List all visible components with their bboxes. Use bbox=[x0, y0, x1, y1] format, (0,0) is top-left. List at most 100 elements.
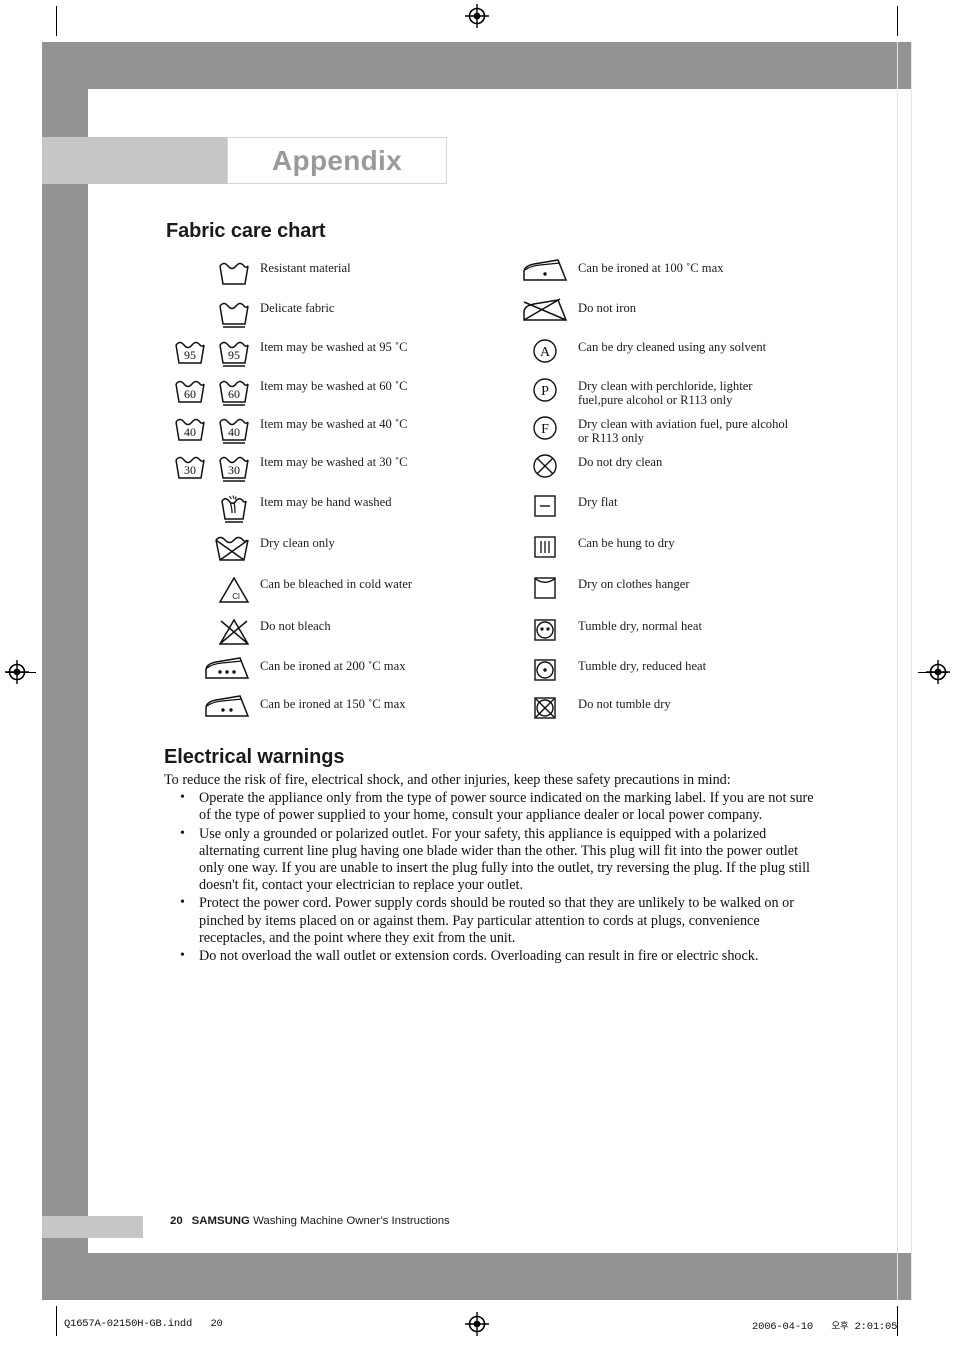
svg-text:Cl: Cl bbox=[232, 592, 240, 601]
footer: 20 SAMSUNG Washing Machine Owner’s Instru… bbox=[170, 1215, 450, 1227]
circle-a-icon: A bbox=[520, 337, 570, 365]
registration-mark-top bbox=[464, 3, 490, 29]
brand-name: SAMSUNG bbox=[191, 1215, 250, 1227]
list-item: Can be hung to dry bbox=[520, 533, 860, 574]
print-mark-timestamp: 2006-04-10 오후 2:01:05 bbox=[752, 1318, 897, 1333]
page-number: 20 bbox=[170, 1215, 183, 1227]
print-file-page: 20 bbox=[210, 1318, 223, 1330]
list-item-label: Item may be hand washed bbox=[260, 495, 392, 509]
list-item: • Use only a grounded or polarized outle… bbox=[164, 826, 814, 895]
tumble-two-dots-icon bbox=[520, 616, 570, 644]
list-item-label: Dry clean with aviation fuel, pure alcoh… bbox=[578, 417, 789, 446]
section-heading-electrical-warnings: Electrical warnings bbox=[164, 746, 345, 768]
section-heading-fabric-care: Fabric care chart bbox=[166, 220, 326, 242]
list-item-label: Delicate fabric bbox=[260, 301, 335, 315]
list-item: • Operate the appliance only from the ty… bbox=[164, 790, 814, 824]
bleed-line-outer bbox=[911, 42, 912, 1300]
list-item-label: Item may be washed at 30 ˚C bbox=[260, 455, 408, 469]
crop-mark-top-right bbox=[897, 6, 898, 36]
crop-mark-bottom-left bbox=[56, 1306, 57, 1336]
registration-mark-bottom bbox=[464, 1311, 490, 1337]
list-item-label: Item may be washed at 60 ˚C bbox=[260, 379, 408, 393]
svg-text:30: 30 bbox=[228, 463, 240, 477]
list-item: Delicate fabric bbox=[166, 298, 506, 337]
circle-p-icon: P bbox=[520, 376, 570, 404]
list-item-label: Do not bleach bbox=[260, 619, 331, 633]
registration-mark-right bbox=[925, 659, 951, 685]
bleed-line-inner bbox=[897, 42, 898, 1300]
tumble-crossed-icon bbox=[520, 694, 570, 722]
list-item-label: Can be dry cleaned using any solvent bbox=[578, 340, 767, 354]
print-meridiem: 오후 bbox=[831, 1321, 849, 1332]
circle-crossed-icon bbox=[520, 452, 570, 480]
page-title: Appendix bbox=[272, 144, 402, 176]
svg-text:95: 95 bbox=[228, 348, 240, 362]
tub-underline-icon bbox=[166, 298, 252, 330]
list-item-label: Can be hung to dry bbox=[578, 536, 675, 550]
list-item: Do not dry clean bbox=[520, 452, 860, 492]
svg-text:P: P bbox=[541, 384, 549, 399]
list-item-label: Do not tumble dry bbox=[578, 697, 671, 711]
list-item-label: Use only a grounded or polarized outlet.… bbox=[199, 825, 810, 894]
footer-tab-light bbox=[42, 1216, 143, 1238]
list-item: Tumble dry, normal heat bbox=[520, 616, 860, 656]
bullet-marker: • bbox=[180, 790, 185, 806]
fabric-symbol-column-right: Can be ironed at 100 ˚C max Do not iron … bbox=[520, 258, 860, 732]
list-item: • Do not overload the wall outlet or ext… bbox=[164, 948, 814, 965]
svg-text:95: 95 bbox=[184, 348, 196, 362]
print-mark-filename: Q1657A-02150H-GB.indd 20 bbox=[64, 1318, 223, 1330]
page-band-bottom bbox=[42, 1253, 912, 1300]
triangle-cl-icon: Cl bbox=[166, 574, 252, 606]
svg-text:40: 40 bbox=[228, 425, 240, 439]
tub-pair-60-icon: 60 60 bbox=[166, 376, 252, 408]
tub-crossed-icon bbox=[166, 533, 252, 565]
list-item-label: Can be ironed at 200 ˚C max bbox=[260, 659, 406, 673]
bullet-marker: • bbox=[180, 895, 185, 911]
list-item-label: Dry flat bbox=[578, 495, 618, 509]
list-item: Do not tumble dry bbox=[520, 694, 860, 732]
appendix-tab-block bbox=[42, 137, 227, 184]
iron-two-dots-icon bbox=[166, 694, 252, 720]
list-item: Dry flat bbox=[520, 492, 860, 533]
list-item: Dry on clothes hanger bbox=[520, 574, 860, 616]
tub-pair-95-icon: 95 95 bbox=[166, 337, 252, 369]
list-item: Do not bleach bbox=[166, 616, 506, 656]
list-item-label: Tumble dry, normal heat bbox=[578, 619, 702, 633]
list-item: 30 30 Item may be washed at 30 ˚C bbox=[166, 452, 506, 492]
svg-text:60: 60 bbox=[184, 387, 196, 401]
svg-text:60: 60 bbox=[228, 387, 240, 401]
fabric-symbol-column-left: Resistant material Delicate fabric 95 95… bbox=[166, 258, 506, 732]
list-item: A Can be dry cleaned using any solvent bbox=[520, 337, 860, 376]
triangle-crossed-icon bbox=[166, 616, 252, 648]
list-item: Item may be hand washed bbox=[166, 492, 506, 533]
tub-pair-40-icon: 40 40 bbox=[166, 414, 252, 446]
list-item-label: Item may be washed at 40 ˚C bbox=[260, 417, 408, 431]
tumble-one-dot-icon bbox=[520, 656, 570, 684]
electrical-warnings-intro: To reduce the risk of fire, electrical s… bbox=[164, 772, 731, 788]
svg-text:40: 40 bbox=[184, 425, 196, 439]
list-item: P Dry clean with perchloride, lighter fu… bbox=[520, 376, 860, 414]
registration-mark-left bbox=[4, 659, 30, 685]
list-item-label: Do not overload the wall outlet or exten… bbox=[199, 948, 759, 965]
list-item-label: Item may be washed at 95 ˚C bbox=[260, 340, 408, 354]
crop-mark-top-left bbox=[56, 6, 57, 36]
list-item: Can be ironed at 150 ˚C max bbox=[166, 694, 506, 732]
square-arc-icon bbox=[520, 574, 570, 602]
tub-hand-wash-icon bbox=[166, 492, 252, 526]
list-item: Dry clean only bbox=[166, 533, 506, 574]
svg-text:30: 30 bbox=[184, 463, 196, 477]
square-bars-icon bbox=[520, 533, 570, 561]
list-item-label: Can be ironed at 100 ˚C max bbox=[578, 261, 724, 275]
list-item: Cl Can be bleached in cold water bbox=[166, 574, 506, 616]
electrical-warnings-list: • Operate the appliance only from the ty… bbox=[164, 790, 814, 965]
list-item: Can be ironed at 200 ˚C max bbox=[166, 656, 506, 694]
list-item: Do not iron bbox=[520, 298, 860, 337]
print-date: 2006-04-10 bbox=[752, 1321, 814, 1333]
list-item-label: Dry clean with perchloride, lighter fuel… bbox=[578, 379, 753, 408]
document-title: Washing Machine Owner’s Instructions bbox=[253, 1215, 450, 1227]
footer-tab-upper bbox=[42, 1202, 88, 1216]
list-item-label: Dry clean only bbox=[260, 536, 335, 550]
list-item: • Protect the power cord. Power supply c… bbox=[164, 895, 814, 947]
circle-f-icon: F bbox=[520, 414, 570, 442]
list-item: Resistant material bbox=[166, 258, 506, 298]
